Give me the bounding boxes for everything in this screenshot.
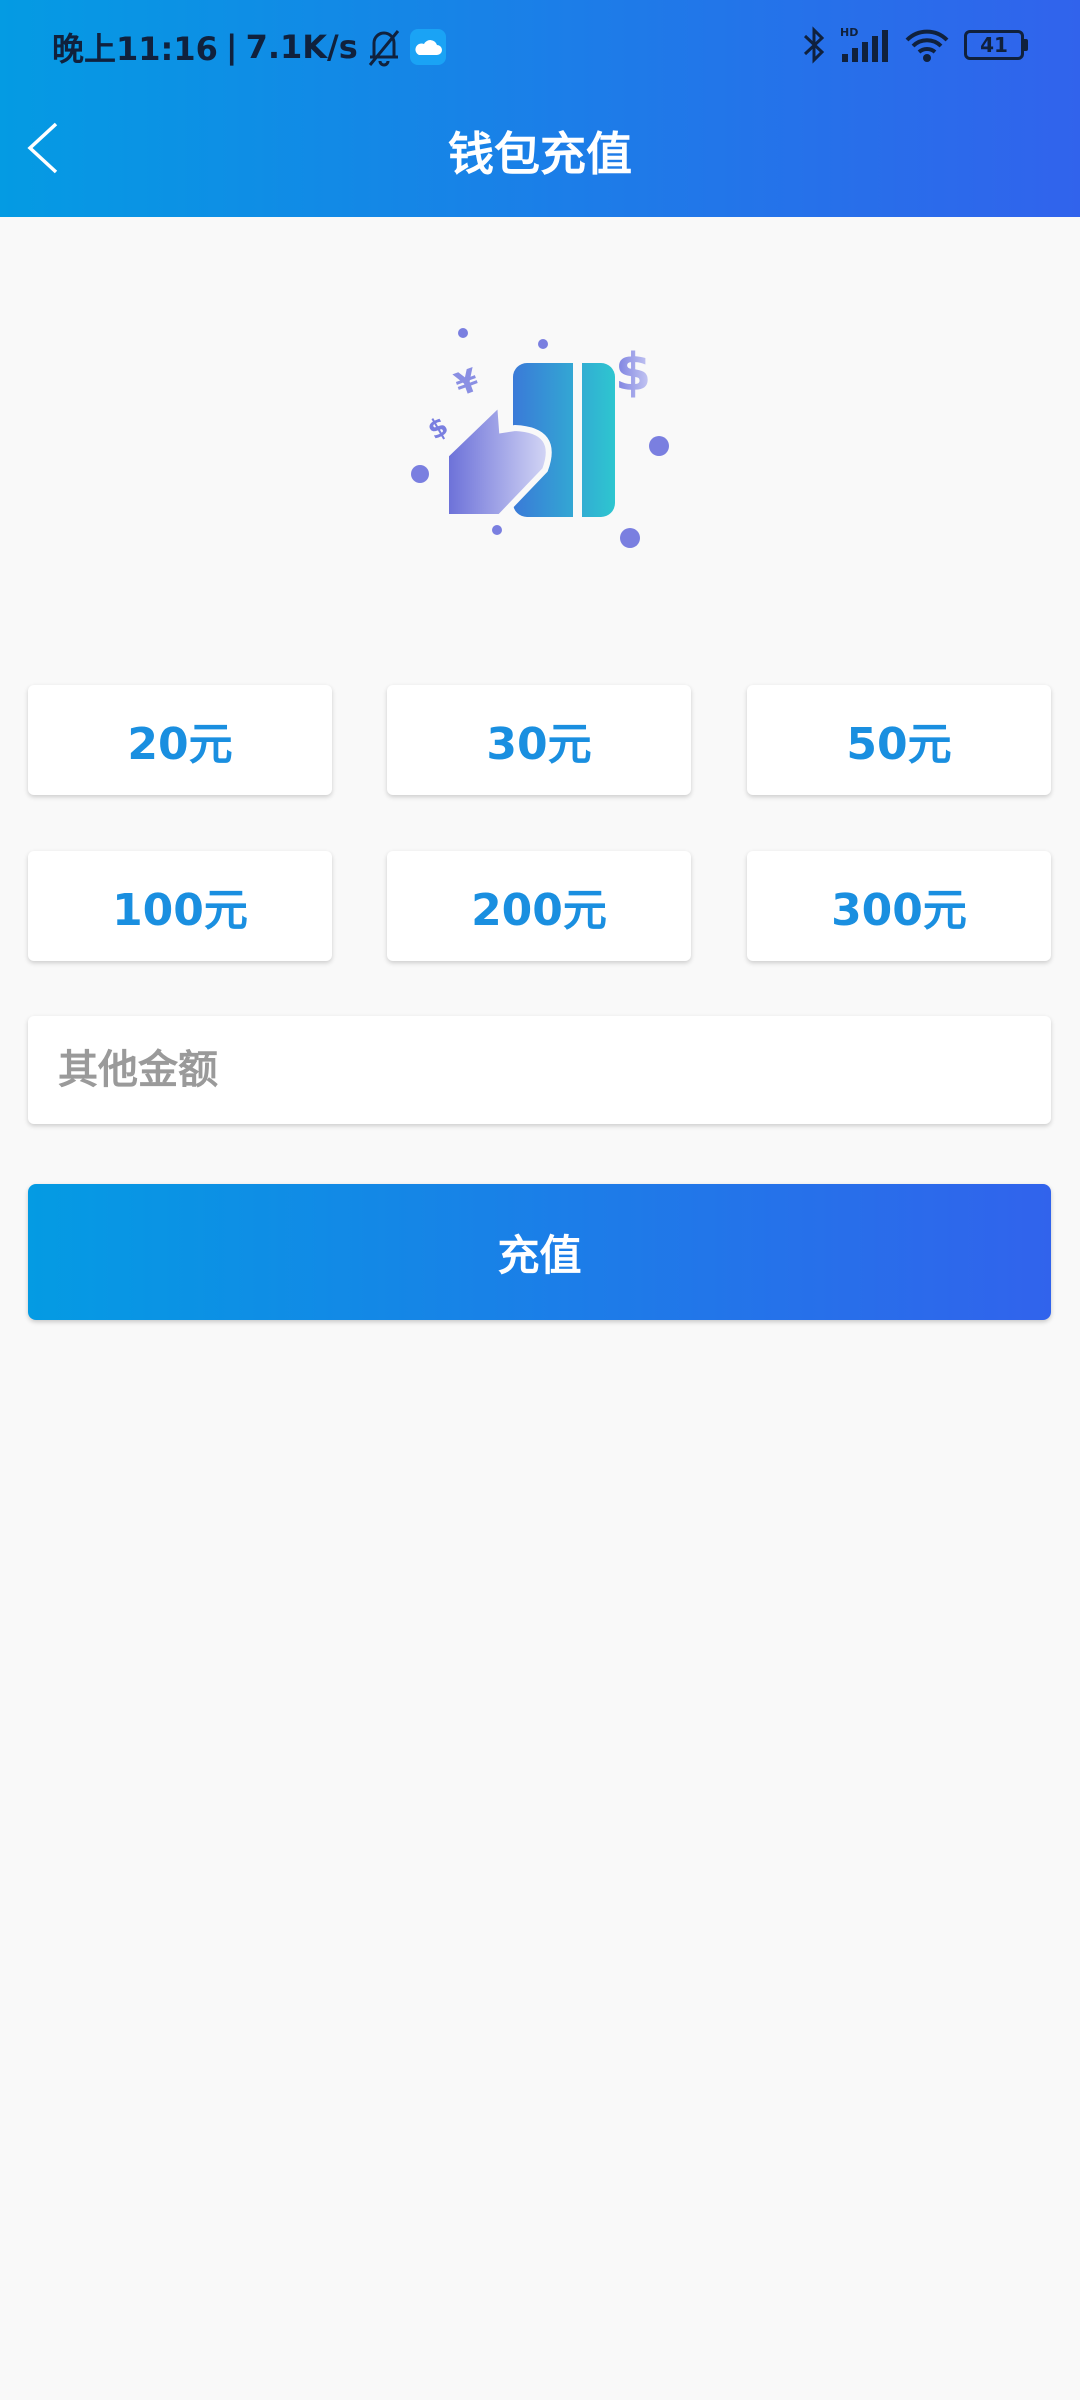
page-title: 钱包充值 bbox=[448, 127, 632, 181]
wifi-icon bbox=[905, 29, 949, 62]
recharge-button[interactable]: 充值 bbox=[28, 1184, 1051, 1320]
signal-icon: HD bbox=[840, 26, 888, 62]
status-time: 晚上11:16 bbox=[52, 30, 218, 68]
cloud-app-icon bbox=[409, 29, 446, 65]
amount-option-30[interactable]: 30元 bbox=[387, 685, 691, 795]
status-separator: | bbox=[225, 28, 238, 66]
other-amount-input[interactable] bbox=[28, 1016, 1051, 1124]
bluetooth-icon bbox=[803, 26, 825, 64]
app-header: 晚上11:16 | 7.1K/s HD 41 钱包充值 bbox=[0, 0, 1080, 217]
svg-text:HD: HD bbox=[840, 26, 858, 39]
amount-option-20[interactable]: 20元 bbox=[28, 685, 332, 795]
svg-text:$: $ bbox=[615, 343, 651, 403]
amount-option-300[interactable]: 300元 bbox=[747, 851, 1051, 961]
amount-option-200[interactable]: 200元 bbox=[387, 851, 691, 961]
status-net-speed: 7.1K/s bbox=[245, 28, 358, 66]
battery-level: 41 bbox=[964, 30, 1024, 60]
status-bar-right: HD 41 bbox=[802, 26, 1028, 64]
status-bar-left: 晚上11:16 | 7.1K/s bbox=[52, 24, 446, 70]
svg-text:¥: ¥ bbox=[450, 361, 484, 404]
wallet-illustration: $ $ ¥ bbox=[411, 328, 669, 548]
amount-option-100[interactable]: 100元 bbox=[28, 851, 332, 961]
bell-muted-icon bbox=[368, 30, 399, 67]
svg-text:$: $ bbox=[423, 411, 454, 446]
amount-option-50[interactable]: 50元 bbox=[747, 685, 1051, 795]
battery-icon: 41 bbox=[964, 30, 1028, 60]
